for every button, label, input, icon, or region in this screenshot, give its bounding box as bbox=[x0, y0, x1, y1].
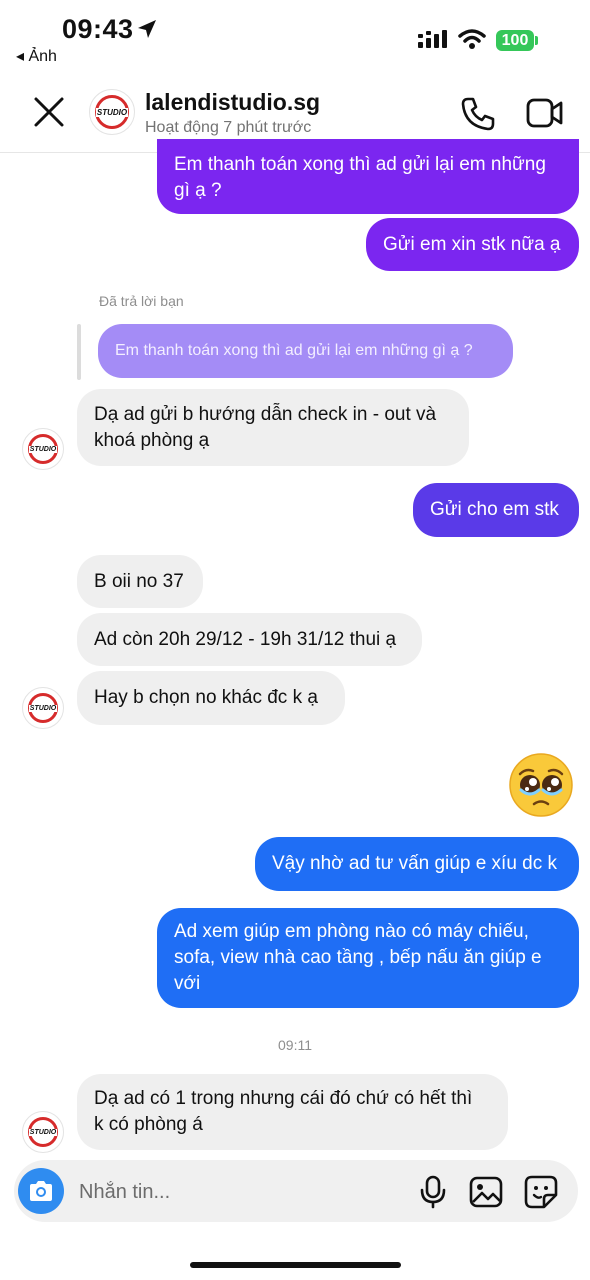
outgoing-message[interactable]: Gửi em xin stk nữa ạ bbox=[366, 218, 579, 271]
avatar-logo-text: STUDIO bbox=[28, 445, 58, 453]
home-indicator bbox=[190, 1262, 401, 1268]
avatar-logo-text: STUDIO bbox=[95, 107, 129, 117]
sender-avatar[interactable]: STUDIO bbox=[22, 428, 64, 470]
outgoing-message[interactable]: Gửi cho em stk bbox=[413, 483, 579, 537]
camera-icon bbox=[30, 1181, 52, 1201]
phone-icon[interactable] bbox=[460, 96, 496, 132]
contact-avatar[interactable]: STUDIO bbox=[89, 89, 135, 135]
battery-icon: 100 bbox=[496, 30, 534, 51]
avatar-logo-text: STUDIO bbox=[28, 704, 58, 712]
camera-button[interactable] bbox=[18, 1168, 64, 1214]
reply-indicator-bar bbox=[77, 324, 81, 380]
signal-icon bbox=[418, 30, 447, 48]
message-timestamp: 09:11 bbox=[278, 1037, 312, 1053]
sticker-icon[interactable] bbox=[524, 1175, 558, 1209]
wifi-icon bbox=[458, 29, 486, 49]
contact-name[interactable]: lalendistudio.sg bbox=[145, 89, 320, 116]
contact-activity-status: Hoạt động 7 phút trước bbox=[145, 119, 312, 136]
incoming-message[interactable]: Hay b chọn no khác đc k ạ bbox=[77, 671, 345, 725]
battery-tip bbox=[535, 36, 538, 45]
close-icon[interactable] bbox=[33, 96, 65, 128]
reply-label: Đã trả lời bạn bbox=[99, 293, 184, 309]
location-arrow-icon bbox=[138, 20, 156, 38]
microphone-icon[interactable] bbox=[420, 1175, 446, 1209]
sender-avatar[interactable]: STUDIO bbox=[22, 687, 64, 729]
status-time: 09:43 bbox=[62, 14, 134, 44]
quoted-message[interactable]: Em thanh toán xong thì ad gửi lại em nhữ… bbox=[98, 324, 513, 378]
outgoing-message[interactable]: Em thanh toán xong thì ad gửi lại em nhữ… bbox=[157, 139, 579, 214]
gallery-icon[interactable] bbox=[469, 1176, 503, 1208]
message-input[interactable] bbox=[77, 1176, 401, 1208]
incoming-message[interactable]: B oii no 37 bbox=[77, 555, 203, 608]
sender-avatar[interactable]: STUDIO bbox=[22, 1111, 64, 1153]
incoming-message[interactable]: Ad còn 20h 29/12 - 19h 31/12 thui ạ bbox=[77, 613, 422, 666]
outgoing-message[interactable]: Vậy nhờ ad tư vấn giúp e xíu dc k bbox=[255, 837, 579, 891]
outgoing-message[interactable]: Ad xem giúp em phòng nào có máy chiếu, s… bbox=[157, 908, 579, 1008]
incoming-message[interactable]: Dạ ad gửi b hướng dẫn check in - out và … bbox=[77, 389, 469, 466]
incoming-message[interactable]: Dạ ad có 1 trong nhưng cái đó chứ có hết… bbox=[77, 1074, 508, 1150]
video-icon[interactable] bbox=[526, 97, 564, 129]
back-to-app-link[interactable]: ◂ Ảnh bbox=[16, 46, 57, 66]
pleading-face-emoji[interactable] bbox=[508, 752, 574, 818]
avatar-logo-text: STUDIO bbox=[28, 1128, 58, 1136]
